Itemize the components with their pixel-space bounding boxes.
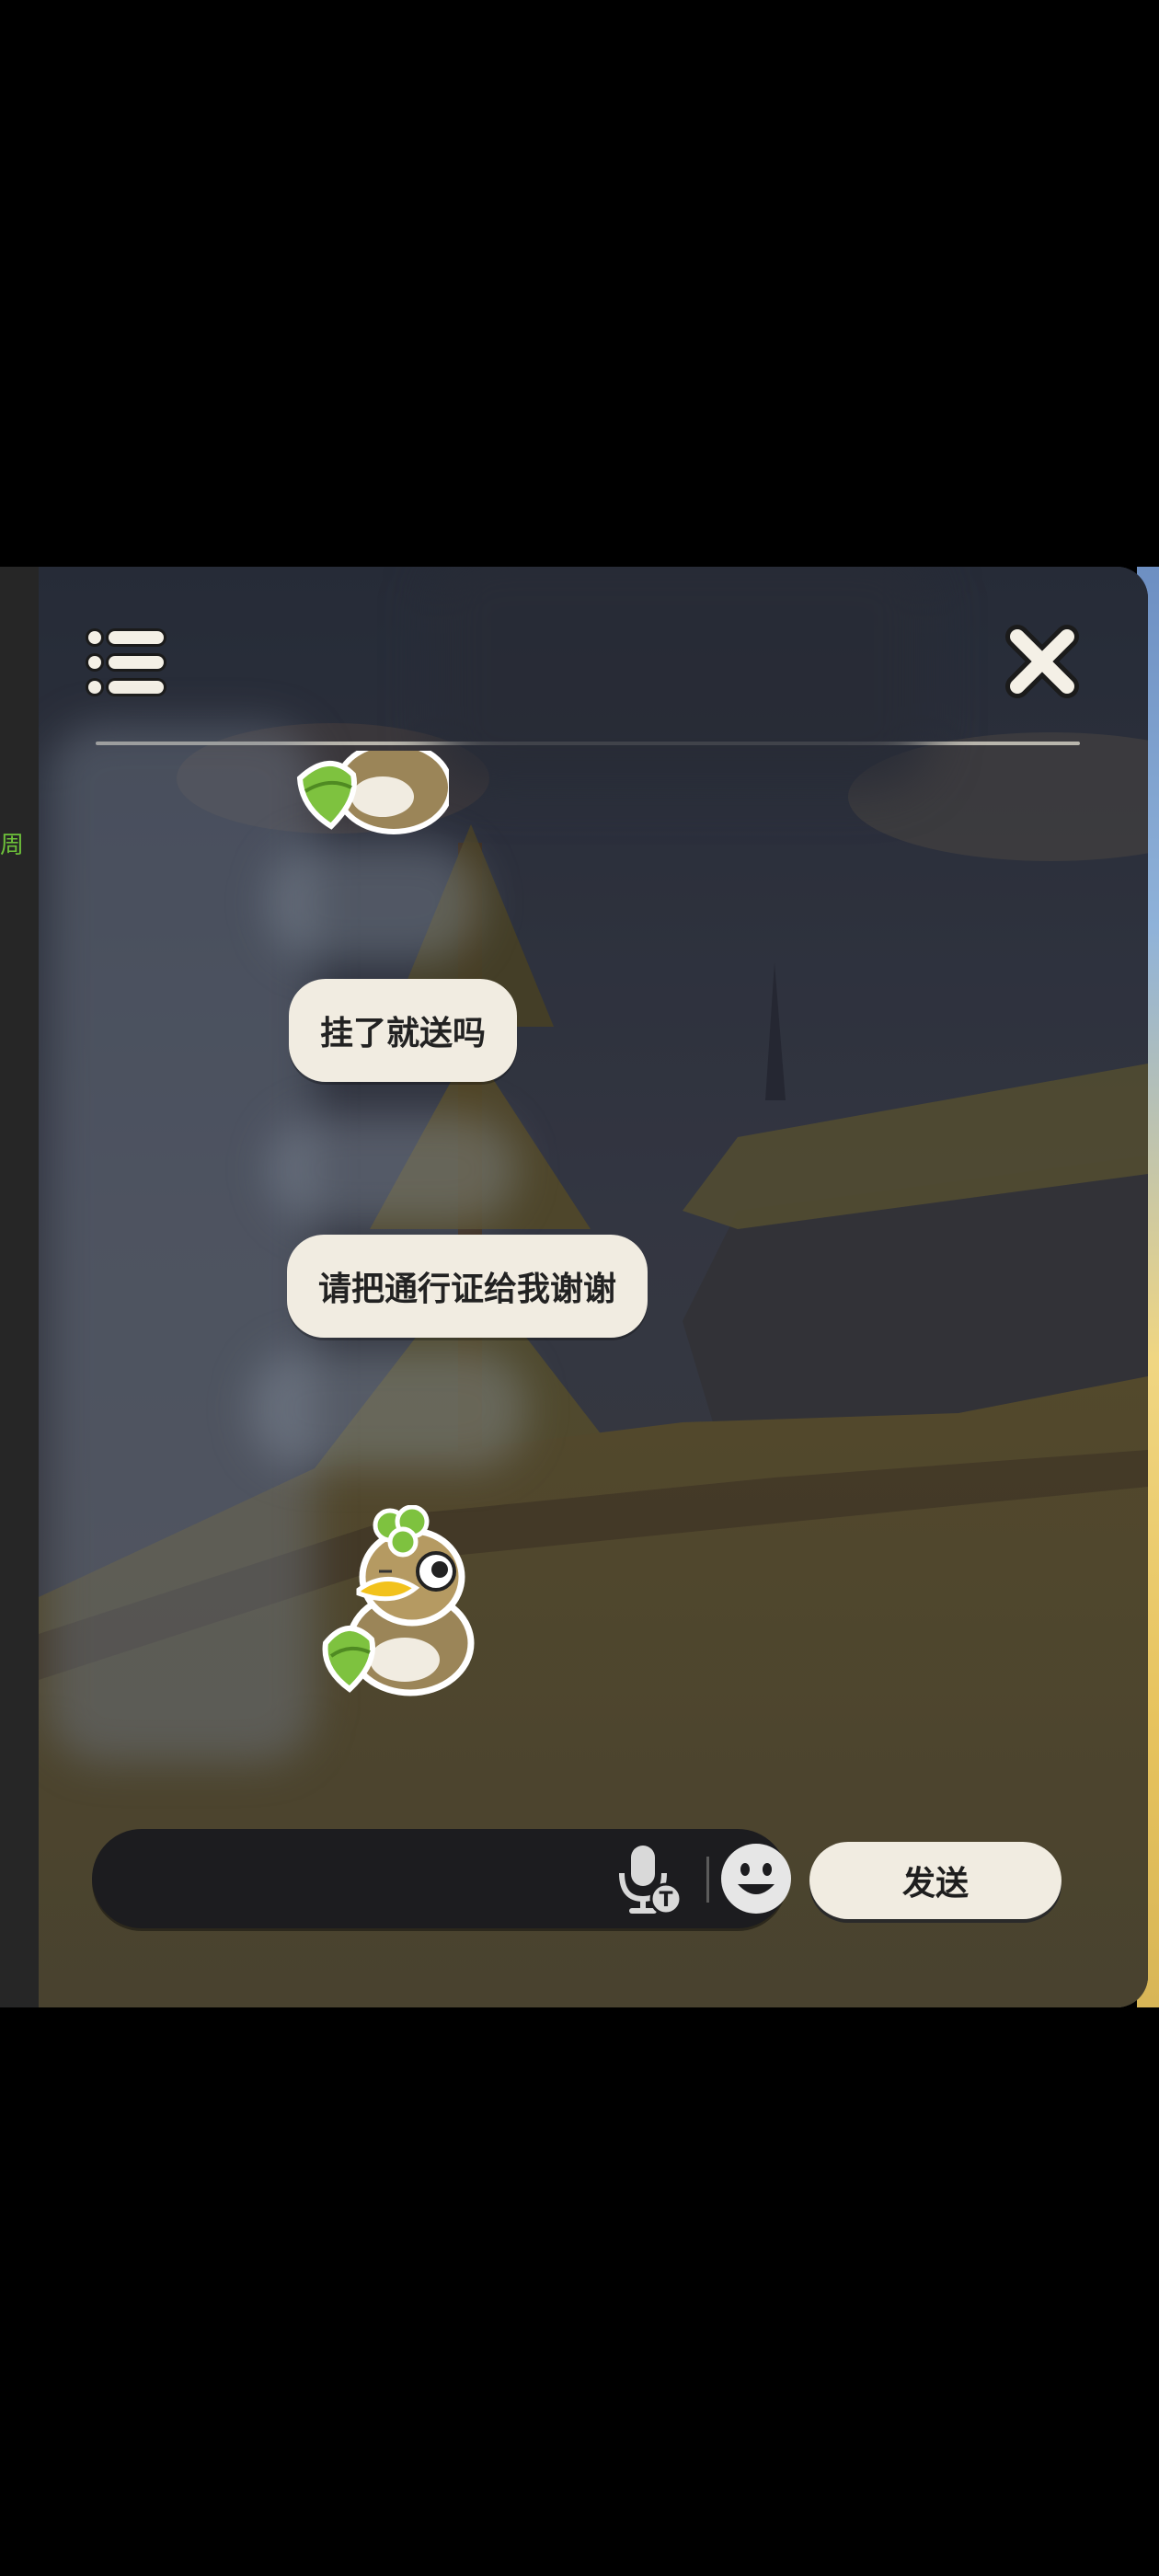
chat-message-bubble: 请把通行证给我谢谢 [287,1235,648,1338]
message-text: 挂了就送吗 [320,1015,487,1052]
redacted-name [250,1349,526,1468]
message-input-bar: T [92,1829,791,1928]
redacted-name [269,1114,517,1225]
emoji-icon[interactable] [717,1840,795,1917]
message-input[interactable] [129,1847,592,1912]
send-button[interactable]: 发送 [809,1842,1061,1919]
redacted-title [434,567,931,788]
message-text: 请把通行证给我谢谢 [318,1271,617,1308]
close-icon[interactable] [1004,624,1080,699]
duck-hug-sticker [296,751,449,834]
duck-hug-sticker [322,1505,475,1696]
chat-panel: 挂了就送吗 请把通行证给我谢谢 T 发送 [39,567,1148,2007]
input-divider [706,1857,709,1903]
voice-to-text-icon[interactable]: T [613,1842,686,1919]
background-app-strip: 周 [0,567,40,2007]
redacted-name [269,843,480,962]
svg-text:T: T [659,1889,672,1912]
truncated-label: 周 [0,832,25,859]
screen: 周 挂了就送吗 请把通行证给我谢谢 T 发送 [0,0,1159,2576]
chat-message-bubble: 挂了就送吗 [289,979,518,1082]
chat-menu-button[interactable] [88,631,166,694]
